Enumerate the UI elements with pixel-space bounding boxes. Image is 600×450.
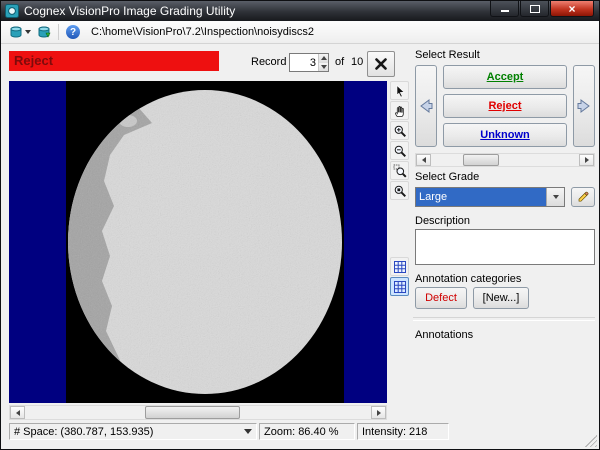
record-position-scrollbar — [415, 153, 595, 167]
grid-icon — [393, 260, 407, 274]
zoom-status-panel: Zoom: 86.40 % — [259, 423, 355, 440]
app-window: Cognex VisionPro Image Grading Utility ×… — [0, 0, 600, 450]
spinner-buttons — [318, 54, 328, 71]
grade-selected-value: Large — [416, 188, 546, 206]
next-record-button[interactable] — [573, 65, 595, 147]
zoom-value: 86.40 % — [298, 426, 338, 438]
zoom-in-icon — [393, 124, 407, 138]
scroll-right-button[interactable] — [371, 406, 386, 419]
title-bar[interactable]: Cognex VisionPro Image Grading Utility × — [1, 1, 599, 21]
window-title: Cognex VisionPro Image Grading Utility — [24, 4, 235, 18]
database-icon — [9, 25, 23, 39]
open-image-database-button[interactable] — [6, 22, 34, 43]
edit-grade-button[interactable] — [571, 187, 595, 207]
record-label: Record — [251, 56, 286, 68]
database-save-icon — [37, 25, 51, 39]
record-up-button[interactable] — [319, 54, 328, 63]
description-input[interactable] — [415, 229, 595, 265]
defect-category-button[interactable]: Defect — [415, 287, 467, 309]
maximize-icon — [530, 5, 540, 13]
annotations-list — [415, 343, 595, 439]
unknown-button[interactable]: Unknown — [443, 123, 567, 147]
disc-image — [66, 81, 344, 403]
image-viewer[interactable] — [9, 81, 387, 403]
space-label: # Space: — [14, 426, 57, 438]
zoom-in-button[interactable] — [390, 121, 409, 140]
chevron-down-icon — [321, 65, 327, 69]
grade-dropdown-button[interactable] — [546, 188, 564, 206]
description-label: Description — [415, 215, 470, 227]
close-icon: × — [568, 3, 575, 15]
current-result-banner: Reject — [9, 51, 219, 71]
zoom-window-icon — [393, 164, 407, 178]
viewer-hscroll-track[interactable] — [25, 406, 371, 419]
help-icon: ? — [66, 25, 80, 39]
zoom-fit-button[interactable] — [390, 181, 409, 200]
pointer-tool-button[interactable] — [390, 81, 409, 100]
resize-grip[interactable] — [585, 435, 597, 447]
space-dropdown-icon[interactable] — [244, 429, 252, 434]
reject-button[interactable]: Reject — [443, 94, 567, 118]
record-total-label: 10 — [351, 56, 363, 68]
grade-combobox[interactable]: Large — [415, 187, 565, 207]
delete-record-button[interactable] — [367, 51, 395, 77]
zoom-out-icon — [393, 144, 407, 158]
viewer-toolstrip — [390, 81, 410, 297]
pan-tool-button[interactable] — [390, 101, 409, 120]
maximize-button[interactable] — [520, 1, 549, 17]
intensity-label: Intensity: — [362, 426, 406, 438]
annotations-divider — [413, 317, 595, 321]
window-controls: × — [489, 1, 594, 17]
database-path-label: C:\home\VisionPro\7.2\Inspection\noisydi… — [91, 26, 314, 38]
minimize-button[interactable] — [490, 1, 519, 17]
record-down-button[interactable] — [319, 63, 328, 72]
arrow-left-icon — [416, 96, 436, 116]
close-button[interactable]: × — [550, 1, 594, 17]
pixel-grid-tool-button[interactable] — [390, 257, 409, 276]
of-label: of — [335, 56, 344, 68]
help-button[interactable]: ? — [63, 22, 83, 43]
record-scroll-left-button[interactable] — [416, 154, 431, 166]
zoom-window-button[interactable] — [390, 161, 409, 180]
save-image-database-button[interactable] — [34, 22, 54, 43]
new-category-button[interactable]: [New...] — [473, 287, 529, 309]
arrow-right-icon — [377, 410, 381, 416]
viewer-hscrollbar — [9, 405, 387, 420]
record-number-spinner — [289, 53, 329, 72]
minimize-icon — [501, 10, 509, 12]
cursor-arrow-icon — [393, 84, 407, 98]
space-status-panel: # Space: (380.787, 153.935) — [9, 423, 257, 440]
zoom-label: Zoom: — [264, 426, 295, 438]
select-result-label: Select Result — [415, 49, 480, 61]
close-x-icon — [374, 57, 388, 71]
arrow-left-icon — [422, 157, 426, 163]
select-grade-label: Select Grade — [415, 171, 479, 183]
zoom-out-button[interactable] — [390, 141, 409, 160]
viewer-hscroll-thumb[interactable] — [145, 406, 240, 419]
arrow-right-icon — [585, 157, 589, 163]
space-value: (380.787, 153.935) — [60, 426, 153, 438]
pencil-icon — [576, 190, 590, 204]
scroll-left-button[interactable] — [10, 406, 25, 419]
record-scroll-track[interactable] — [431, 154, 579, 166]
previous-record-button[interactable] — [415, 65, 437, 147]
app-icon[interactable] — [5, 4, 19, 18]
toolbar-separator — [58, 24, 59, 40]
pixel-grid-values-button[interactable] — [390, 277, 409, 296]
chevron-down-icon — [25, 30, 31, 34]
record-scroll-thumb[interactable] — [463, 154, 499, 166]
annotations-label: Annotations — [415, 329, 473, 341]
record-number-input[interactable] — [290, 54, 318, 71]
hand-icon — [393, 104, 406, 118]
record-scroll-right-button[interactable] — [579, 154, 594, 166]
accept-button[interactable]: Accept — [443, 65, 567, 89]
chevron-up-icon — [321, 56, 327, 60]
zoom-fit-icon — [393, 184, 407, 198]
main-toolbar: ? C:\home\VisionPro\7.2\Inspection\noisy… — [1, 21, 599, 44]
arrow-right-icon — [574, 96, 594, 116]
grid-selected-icon — [393, 280, 407, 294]
arrow-left-icon — [16, 410, 20, 416]
chevron-down-icon — [553, 195, 559, 199]
annotation-categories-label: Annotation categories — [415, 273, 521, 285]
